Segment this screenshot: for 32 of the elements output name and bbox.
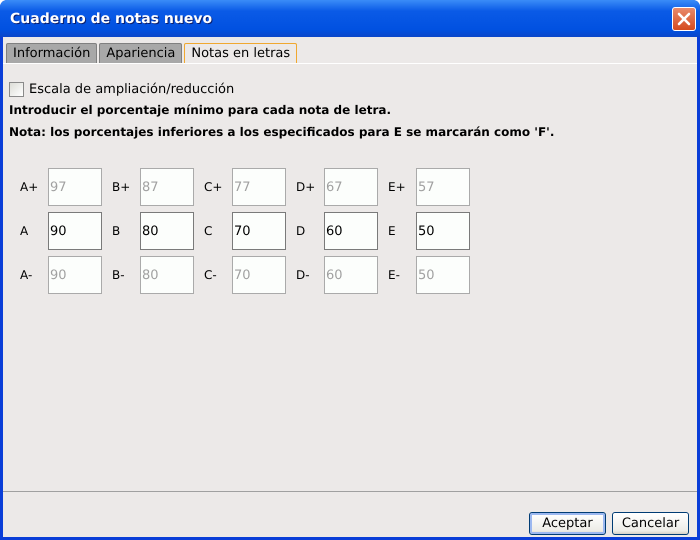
percent-field[interactable]: 90 <box>48 212 102 250</box>
percent-field[interactable]: 80 <box>140 212 194 250</box>
instruction-text: Introducir el porcentaje mínimo para cada nota de letra. <box>9 102 392 118</box>
grade-label: D <box>296 224 306 238</box>
checkbox[interactable] <box>9 82 24 97</box>
close-button[interactable] <box>672 6 696 30</box>
dialog-button[interactable]: Cancelar <box>612 512 689 535</box>
grade-label: A- <box>20 268 34 282</box>
percent-field[interactable]: 50 <box>416 212 470 250</box>
grade-label: A <box>20 224 30 238</box>
close-icon <box>677 12 691 26</box>
grade-label: B+ <box>112 180 132 194</box>
grade-label: C <box>204 224 214 238</box>
percent-field[interactable]: 60 <box>324 212 378 250</box>
grade-label: C+ <box>204 180 224 194</box>
grade-label: B- <box>112 268 126 282</box>
grade-label: E- <box>388 268 401 282</box>
tab[interactable]: Apariencia <box>99 43 182 63</box>
instruction-text: Nota: los porcentajes inferiores a los especificados para E se marcarán como 'F'. <box>9 124 556 140</box>
tab[interactable]: Notas en letras <box>184 43 298 63</box>
checkbox-label: Escala de ampliación/reducción <box>29 82 234 97</box>
grade-label: B <box>112 224 122 238</box>
window-title: Cuaderno de notas nuevo <box>9 10 212 26</box>
grade-label: E <box>388 224 397 238</box>
tab[interactable]: Información <box>6 43 98 63</box>
grade-label: D+ <box>296 180 316 194</box>
percent-field[interactable]: 70 <box>232 212 286 250</box>
grade-label: E+ <box>388 180 407 194</box>
grade-label: D- <box>296 268 311 282</box>
dialog-button[interactable]: Aceptar <box>529 512 606 535</box>
grade-label: C- <box>204 268 218 282</box>
grade-label: A+ <box>20 180 40 194</box>
